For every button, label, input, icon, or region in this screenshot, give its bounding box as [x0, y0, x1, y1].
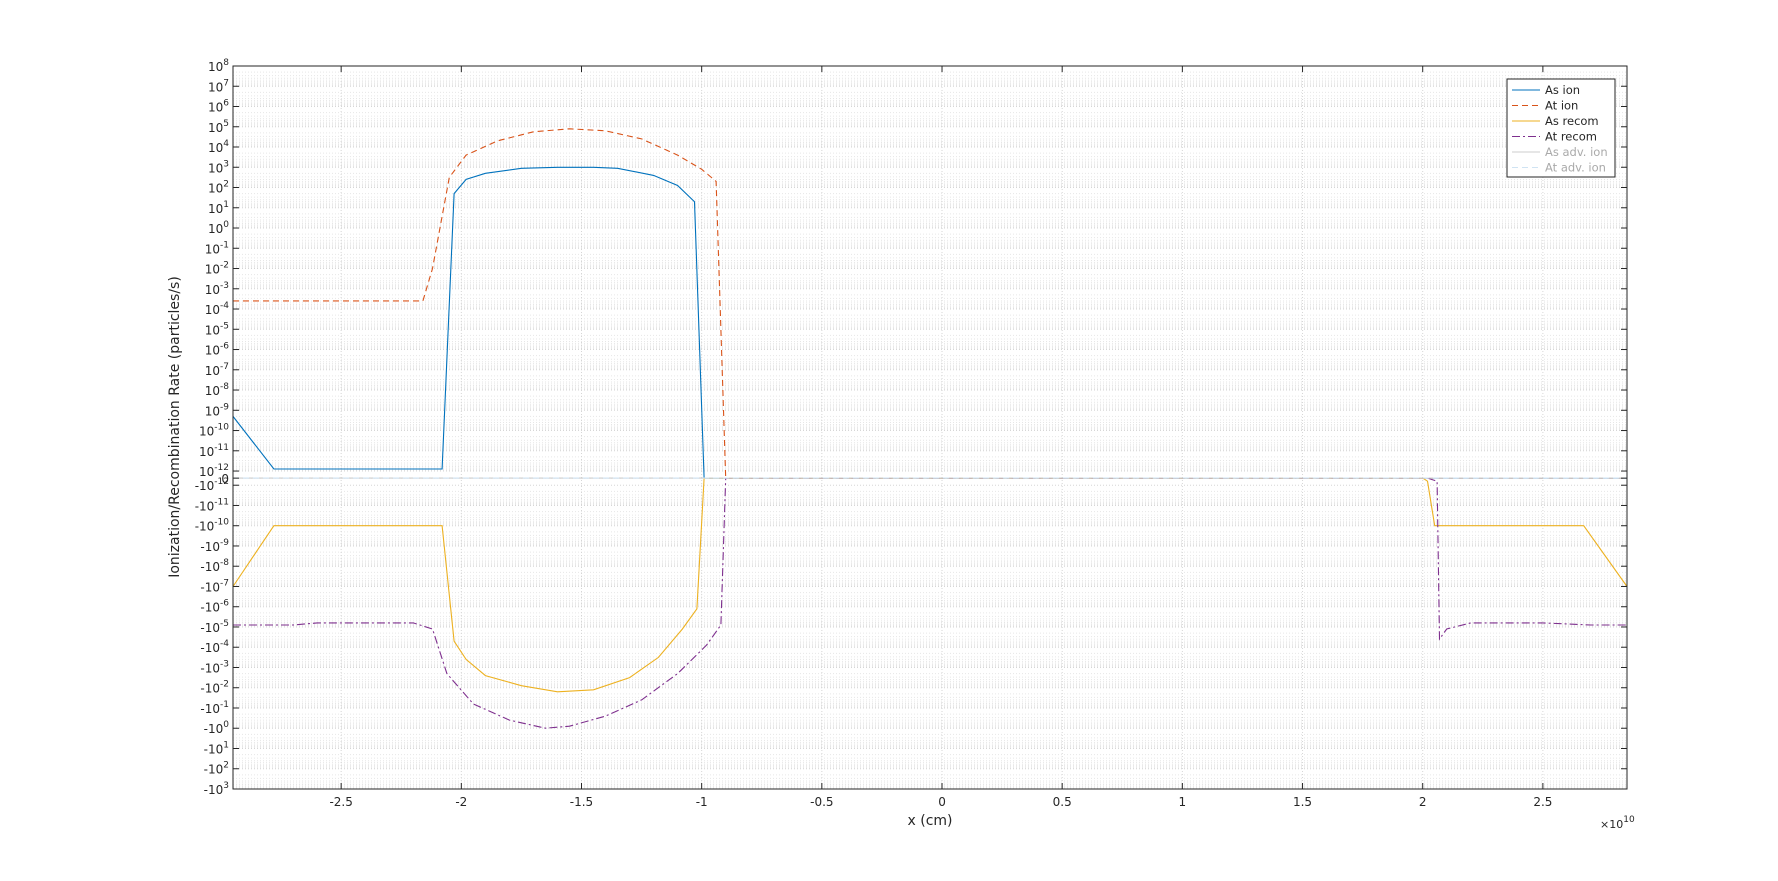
x-tick-labels: -2.5 -2 -1.5 -1 -0.5 0 0.5 1 1.5 2 2.5 [329, 795, 1552, 809]
x-tick-label: -0.5 [810, 795, 833, 809]
y-tick-label: 105 [208, 119, 229, 135]
y-tick-label: 10-10 [199, 423, 229, 439]
y-tick-label: 10-9 [205, 402, 230, 418]
y-tick-label: 10-3 [205, 281, 229, 297]
y-tick-label: -10-2 [200, 680, 229, 696]
y-tick-label: 10-4 [205, 301, 230, 317]
y-tick-label: -10-5 [200, 619, 229, 635]
y-tick-label: 106 [208, 99, 229, 115]
chart: -2.5 -2 -1.5 -1 -0.5 0 0.5 1 1.5 2 2.5 108 107 106 10… [0, 0, 1778, 877]
y-tick-label: 101 [208, 200, 229, 216]
y-tick-label: -10-9 [200, 538, 229, 554]
y-tick-label: -10-10 [195, 518, 230, 534]
y-tick-label: 10-1 [205, 240, 229, 256]
y-tick-label: 104 [208, 139, 229, 155]
x-tick-label: 0.5 [1053, 795, 1072, 809]
y-axis-label: Ionization/Recombination Rate (particles… [167, 276, 183, 578]
x-tick-label: -1.5 [570, 795, 593, 809]
y-tick-label: 107 [208, 78, 229, 94]
x-tick-label: -1 [696, 795, 708, 809]
x-tick-label: -2 [455, 795, 467, 809]
y-tick-label: 10-11 [199, 443, 229, 459]
y-tick-label: -10-3 [200, 659, 229, 675]
chart-svg: -2.5 -2 -1.5 -1 -0.5 0 0.5 1 1.5 2 2.5 10810710610… [167, 58, 1635, 831]
y-tick-label: 10-6 [205, 342, 230, 358]
x-tick-label: 2 [1419, 795, 1427, 809]
x-axis-label: x (cm) [908, 813, 953, 829]
x-tick-label: 0 [938, 795, 946, 809]
y-tick-labels: 108 107 106 105 104 103 102 101 100 10-1 10-2 10-3 1… [195, 58, 230, 797]
y-tick-label: 10-5 [205, 321, 229, 337]
legend-label: As recom [1545, 114, 1599, 128]
y-tick-label: 10-8 [205, 382, 230, 398]
x-tick-label: 2.5 [1533, 795, 1552, 809]
y-tick-label: -10-8 [200, 558, 229, 574]
y-tick-label: -102 [204, 761, 229, 777]
y-tick-label: -103 [204, 781, 229, 797]
legend: As ion At ionAs recom At recomAs adv. ion A… [1506, 78, 1616, 178]
legend-label: As adv. ion [1545, 145, 1608, 159]
y-tick-label: 10-7 [205, 362, 229, 378]
x-tick-label: 1.5 [1293, 795, 1312, 809]
x-exponent: ×1010 [1600, 815, 1635, 831]
x-tick-label: 1 [1179, 795, 1187, 809]
legend-label: At ion [1545, 99, 1578, 113]
legend-label: At recom [1545, 130, 1597, 144]
y-tick-label: -10-7 [200, 578, 229, 594]
y-tick-label: -10-4 [200, 639, 229, 655]
x-exponent-prefix: ×10 [1600, 818, 1623, 831]
y-tick-label: -10-6 [200, 599, 229, 615]
y-tick-label: -10-1 [200, 700, 229, 716]
svg-text:×1010: ×1010 [1600, 815, 1635, 831]
y-tick-label: 10-2 [205, 261, 229, 277]
legend-label: As ion [1545, 83, 1580, 97]
y-tick-label: 100 [208, 220, 229, 236]
legend-label: At adv. ion [1545, 161, 1606, 175]
y-tick-label: -101 [204, 740, 229, 756]
y-tick-label: -10-11 [195, 497, 229, 513]
y-tick-label: -100 [204, 720, 230, 736]
x-tick-label: -2.5 [329, 795, 352, 809]
y-tick-label: -10-12 [195, 477, 229, 493]
x-exponent-power: 10 [1623, 815, 1635, 825]
y-tick-label: 108 [208, 58, 229, 74]
y-tick-label: 103 [208, 159, 229, 175]
y-tick-label: 102 [208, 180, 229, 196]
